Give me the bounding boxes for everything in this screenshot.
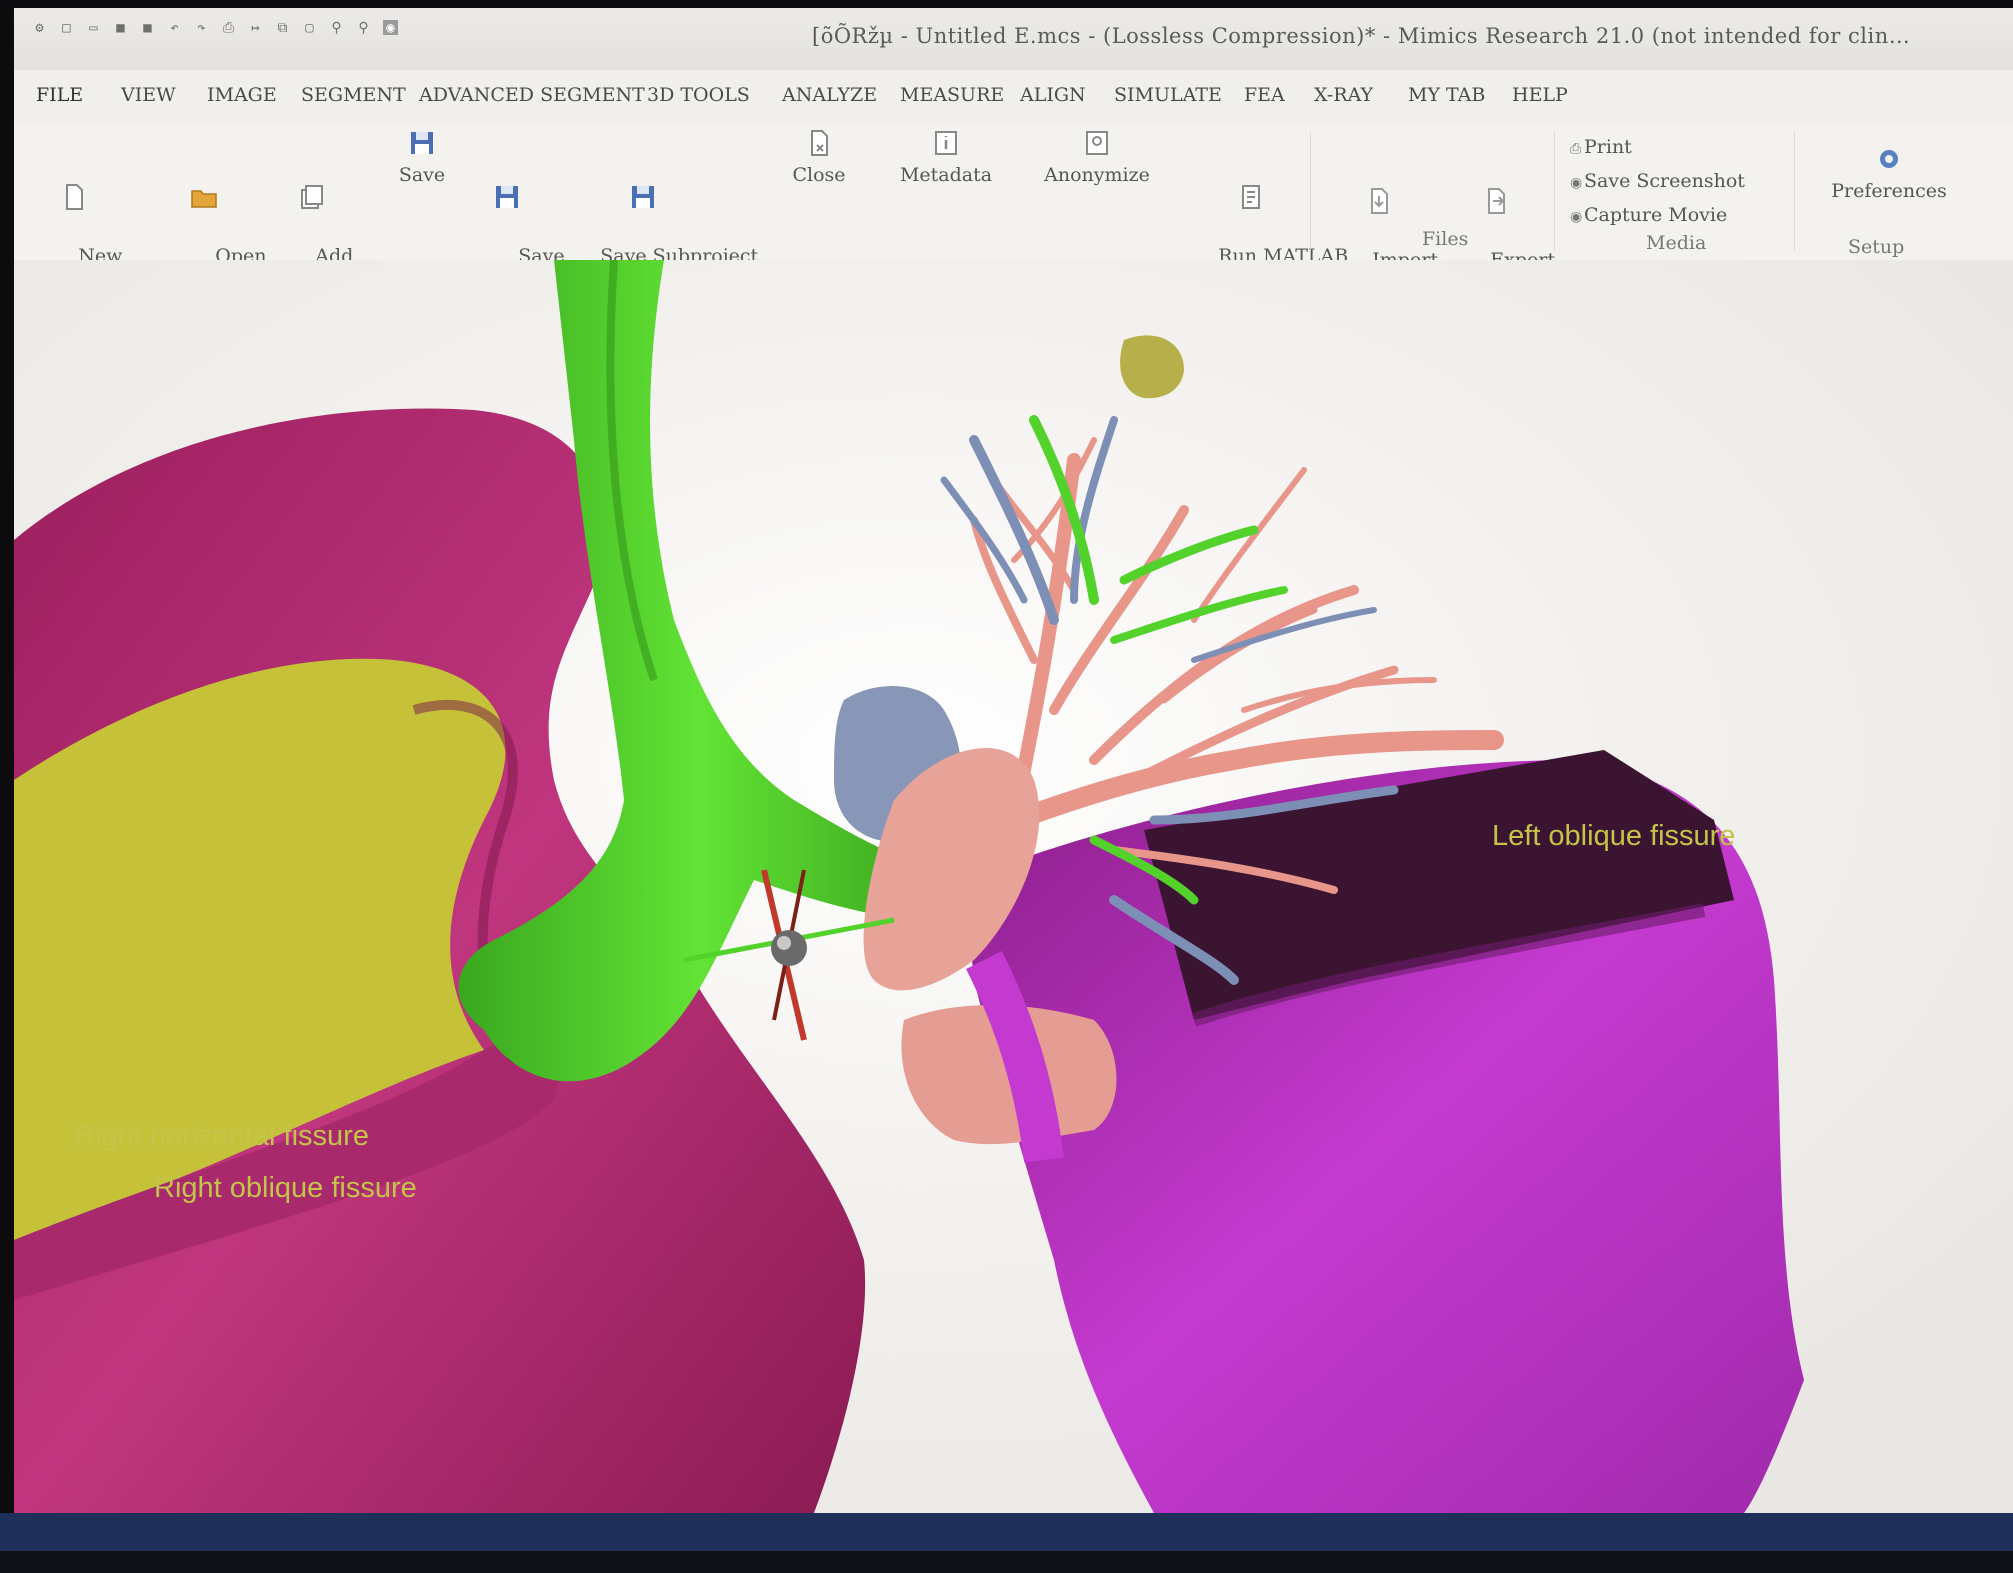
script-icon [1242, 185, 1260, 209]
save-screenshot-label: Save Screenshot [1584, 170, 1745, 192]
right-horizontal-fissure-label: Right horizontal fissure [74, 1120, 369, 1152]
metadata-button[interactable]: Metadata [894, 128, 998, 189]
title-bar: ⚙ □ ▭ ■ ■ ↶ ↷ ⎙ ↦ ⧉ ▢ ⚲ ⚲ ◉ [õÕRžµ - Unt… [14, 8, 2013, 71]
menu-align[interactable]: ALIGN [1020, 84, 1086, 106]
camera-icon: ◉ [1570, 175, 1583, 191]
save-screenshot-button[interactable]: ◉Save Screenshot [1570, 170, 1745, 192]
taskbar [0, 1513, 2013, 1573]
3d-viewport[interactable]: Left oblique fissure Right horizontal fi… [14, 260, 2013, 1513]
screenshot-icon[interactable]: ◉ [383, 20, 398, 36]
ribbon-separator [1310, 132, 1311, 250]
save-all-icon[interactable]: ■ [140, 20, 155, 36]
files-group-label: Files [1422, 228, 1469, 250]
preferences-label: Preferences [1831, 180, 1947, 202]
media-group-label: Media [1646, 232, 1707, 254]
zoom-out-icon[interactable]: ⚲ [356, 20, 371, 36]
menu-simulate[interactable]: SIMULATE [1114, 84, 1222, 106]
save-icon[interactable]: ■ [113, 20, 128, 36]
copy-icon[interactable]: ⧉ [275, 20, 290, 36]
close-button[interactable]: Close [784, 128, 854, 189]
floppy-as-icon [496, 186, 518, 208]
save-label: Save [398, 164, 446, 186]
menu-help[interactable]: HELP [1512, 84, 1568, 106]
capture-movie-button[interactable]: ◉Capture Movie [1570, 204, 1727, 226]
paste-icon[interactable]: ▢ [302, 20, 317, 36]
floppy-subproject-icon [632, 186, 654, 208]
anonymize-button[interactable]: Anonymize [1038, 128, 1156, 189]
close-label: Close [792, 164, 846, 186]
window-title: [õÕRžµ - Untitled E.mcs - (Lossless Comp… [812, 24, 1911, 48]
app-icon[interactable]: ⚙ [32, 20, 47, 36]
menu-my-tab[interactable]: MY TAB [1408, 84, 1485, 106]
info-icon [935, 131, 957, 155]
menu-view[interactable]: VIEW [121, 84, 176, 106]
add-images-icon [301, 185, 323, 209]
anonymize-icon [1086, 131, 1108, 155]
right-oblique-fissure-label: Right oblique fissure [154, 1172, 417, 1204]
export-icon[interactable]: ↦ [248, 20, 263, 36]
ribbon: New Project Open · Add Images Save Save … [14, 122, 2013, 321]
taskbar-strip [0, 1513, 2013, 1551]
anonymize-label: Anonymize [1044, 164, 1150, 186]
folder-icon [191, 190, 217, 208]
monitor-screen: ⚙ □ ▭ ■ ■ ↶ ↷ ⎙ ↦ ⧉ ▢ ⚲ ⚲ ◉ [õÕRžµ - Unt… [14, 8, 2013, 1513]
close-document-icon [811, 130, 828, 156]
menu-measure[interactable]: MEASURE [900, 84, 1004, 106]
menu-image[interactable]: IMAGE [207, 84, 277, 106]
menu-bar: FILE VIEW IMAGE SEGMENT ADVANCED SEGMENT… [14, 70, 2013, 122]
import-icon [1371, 188, 1388, 214]
menu-x-ray[interactable]: X-RAY [1314, 84, 1373, 106]
menu-analyze[interactable]: ANALYZE [782, 84, 877, 106]
print-icon[interactable]: ⎙ [221, 20, 236, 36]
open-icon[interactable]: ▭ [86, 20, 101, 36]
save-button[interactable]: Save [394, 128, 450, 189]
movie-icon: ◉ [1570, 209, 1583, 225]
menu-file[interactable]: FILE [36, 84, 83, 106]
zoom-in-icon[interactable]: ⚲ [329, 20, 344, 36]
preferences-button[interactable]: Preferences [1814, 144, 1964, 205]
print-icon: ⎙ [1570, 141, 1582, 157]
print-label: Print [1584, 136, 1632, 158]
menu-3d-tools[interactable]: 3D TOOLS [647, 84, 750, 106]
new-document-icon [66, 184, 83, 210]
floppy-icon [411, 132, 433, 154]
redo-icon[interactable]: ↷ [194, 20, 209, 36]
3d-lung-model[interactable] [14, 260, 2013, 1513]
menu-advanced-segment[interactable]: ADVANCED SEGMENT [419, 84, 645, 106]
export-icon [1488, 188, 1505, 214]
quick-access-toolbar: ⚙ □ ▭ ■ ■ ↶ ↷ ⎙ ↦ ⧉ ▢ ⚲ ⚲ ◉ [32, 20, 398, 36]
ribbon-separator [1794, 132, 1795, 250]
new-icon[interactable]: □ [59, 20, 74, 36]
gear-icon [1880, 150, 1898, 168]
setup-group-label: Setup [1848, 236, 1905, 258]
metadata-label: Metadata [899, 164, 993, 186]
print-button[interactable]: ⎙ Print [1570, 136, 1632, 158]
menu-segment[interactable]: SEGMENT [301, 84, 406, 106]
left-oblique-fissure-label: Left oblique fissure [1492, 820, 1736, 852]
undo-icon[interactable]: ↶ [167, 20, 182, 36]
capture-movie-label: Capture Movie [1584, 204, 1728, 226]
ribbon-separator [1554, 132, 1555, 250]
menu-fea[interactable]: FEA [1244, 84, 1285, 106]
